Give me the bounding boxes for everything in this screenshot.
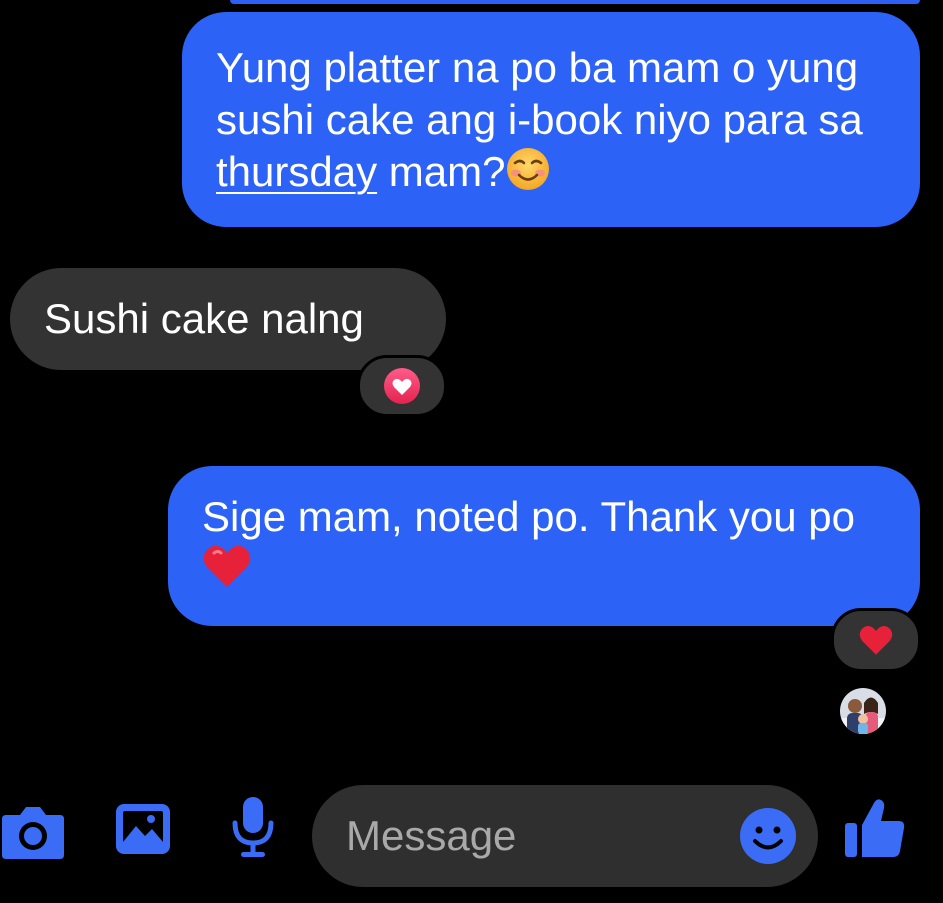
date-link[interactable]: thursday [216,148,377,195]
heart-reaction[interactable] [357,355,447,417]
outgoing-message-bubble[interactable]: Yung platter na po ba mam o yung sushi c… [182,12,920,227]
smiling-face-emoji [505,146,551,204]
red-heart-reaction[interactable] [831,608,921,672]
heart-icon [384,368,420,404]
message-text: Sushi cake nalng [44,295,364,342]
chat-screen: Yung platter na po ba mam o yung sushi c… [0,0,943,903]
emoji-icon[interactable] [738,806,798,866]
message-text: Sige mam, noted po. Thank you po [202,493,855,540]
gallery-icon[interactable] [114,802,172,856]
outgoing-message-bubble[interactable]: Sige mam, noted po. Thank you po [168,466,920,626]
microphone-icon[interactable] [230,795,276,859]
camera-icon[interactable] [0,803,66,859]
previous-message-edge [230,0,920,4]
red-heart-icon [859,625,893,655]
message-text: mam? [377,148,506,195]
red-heart-emoji [202,543,252,601]
message-text: Yung platter na po ba mam o yung sushi c… [216,44,863,143]
thumbs-up-icon[interactable] [843,797,907,859]
contact-avatar[interactable] [840,688,886,734]
